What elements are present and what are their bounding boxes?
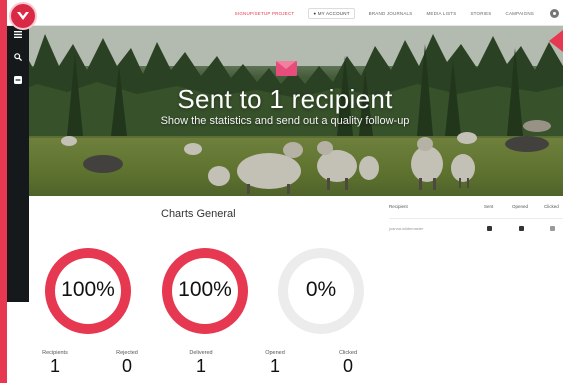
charts-title: Charts General [161,208,236,220]
gear-icon[interactable] [550,8,559,18]
statistics-panel: Charts General 100% 100% 0% Recipients 1… [7,196,563,383]
nav-item-setup-project[interactable]: SIGNUP/SETUP PROJECT [235,11,295,16]
minus-icon[interactable] [12,76,24,88]
stat-value: 1 [195,356,206,376]
clicked-ring-chart: 0% [278,248,364,334]
sent-check-icon [487,226,492,231]
left-toolbar [7,26,29,302]
table-header-clicked: Clicked [544,204,559,209]
brand-logo[interactable] [9,2,37,30]
delivered-ring-chart: 100% [162,248,248,334]
ring-percent: 100% [61,278,115,301]
stat-recipients: Recipients 1 [25,350,85,375]
stat-value: 1 [269,356,280,376]
table-divider [389,218,563,219]
hero-banner: Sent to 1 recipient Show the statistics … [7,26,563,196]
table-cell-recipient[interactable]: joanna.wildemaster [389,226,423,231]
nav-item-brand-journals[interactable]: BRAND JOURNALS [369,11,413,16]
app-frame: Sent to 1 recipient Show the statistics … [7,0,563,383]
hero-title: Sent to 1 recipient [177,84,393,114]
stat-value: 0 [342,356,353,376]
nav-item-my-account[interactable]: ● MY ACCOUNT [308,7,355,19]
table-header-opened: Opened [512,204,529,209]
menu-icon[interactable] [12,30,24,42]
hero-subtitle: Show the statistics and send out a quali… [160,115,410,127]
ring-percent: 100% [178,278,232,301]
clicked-status-icon [550,226,555,231]
stat-delivered: Delivered 1 [171,350,231,375]
stat-opened: Opened 1 [245,350,305,375]
nav-menu: SIGNUP/SETUP PROJECT ● MY ACCOUNT BRAND … [221,0,559,26]
stat-clicked: Clicked 0 [318,350,378,375]
search-icon[interactable] [12,53,24,65]
nav-item-my-account-label: MY ACCOUNT [317,10,350,16]
nav-item-stories[interactable]: STORIES [470,11,491,16]
stat-rejected: Rejected 0 [97,350,157,375]
nav-item-media-lists[interactable]: MEDIA LISTS [426,11,456,16]
opened-check-icon [519,226,524,231]
envelope-icon [276,61,297,76]
corner-arrow-icon[interactable] [549,30,563,52]
nav-item-campaigns[interactable]: CAMPAIGNS [506,11,534,16]
recipients-ring-chart: 100% [45,248,131,334]
stat-value: 1 [49,356,60,376]
logo-mark-icon [17,12,29,20]
table-header-recipient: Recipient [389,204,408,209]
table-header-sent: Sent [484,204,494,209]
ring-percent: 0% [305,278,337,301]
stat-value: 0 [121,356,132,376]
top-navigation: SIGNUP/SETUP PROJECT ● MY ACCOUNT BRAND … [7,0,563,26]
